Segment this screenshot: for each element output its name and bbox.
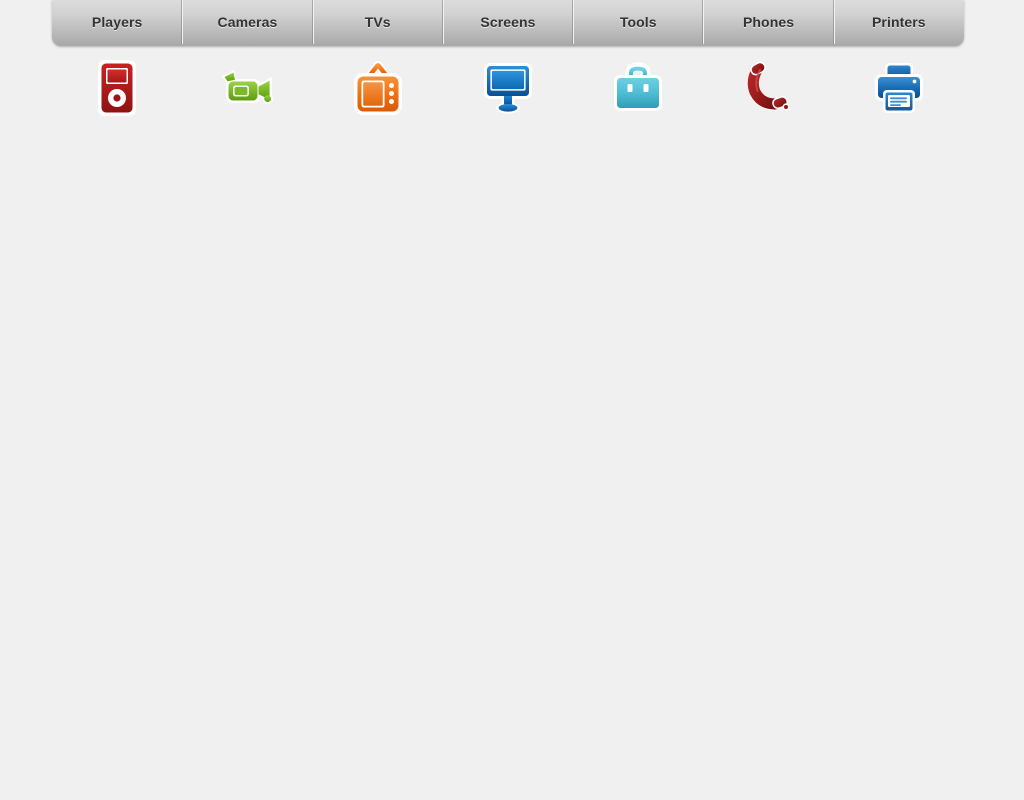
tab-label: Screens: [480, 13, 536, 30]
icon-cell-printers: [834, 46, 964, 130]
telephone-icon-button[interactable]: [737, 56, 801, 120]
tab-phones[interactable]: Phones: [703, 0, 833, 46]
video-camera-icon: [222, 70, 274, 104]
briefcase-icon-button[interactable]: [606, 56, 670, 120]
tab-label: Printers: [871, 13, 926, 30]
icon-cell-tools: [573, 46, 703, 130]
tab-tvs[interactable]: TVs: [312, 0, 443, 46]
icon-cell-players: [52, 46, 182, 130]
briefcase-icon: [614, 62, 663, 111]
printer-icon-button[interactable]: [867, 56, 931, 120]
content-area: [0, 130, 1024, 800]
icon-cell-phones: [703, 46, 833, 130]
printer-icon: [874, 63, 923, 113]
media-player-icon: [98, 60, 137, 116]
monitor-icon-button[interactable]: [476, 56, 540, 120]
monitor-icon: [483, 63, 532, 114]
tab-players[interactable]: Players: [52, 0, 182, 46]
television-icon: [353, 61, 402, 115]
category-icon-row: [52, 46, 964, 130]
category-tabbar: Players Cameras TVs Screens Tools Phones…: [52, 0, 964, 46]
video-camera-icon-button[interactable]: [215, 56, 279, 120]
application-window: Players Cameras TVs Screens Tools Phones…: [0, 0, 1024, 800]
tab-label: Cameras: [217, 13, 278, 30]
tab-tools[interactable]: Tools: [573, 0, 703, 46]
tab-label: TVs: [364, 13, 391, 30]
tab-label: Phones: [742, 13, 795, 30]
telephone-icon: [747, 61, 790, 111]
media-player-icon-button[interactable]: [85, 56, 149, 120]
tab-screens[interactable]: Screens: [442, 0, 573, 46]
tab-label: Players: [91, 13, 143, 30]
icon-cell-cameras: [182, 46, 312, 130]
television-icon-button[interactable]: [346, 56, 410, 120]
tab-printers[interactable]: Printers: [833, 0, 964, 46]
icon-cell-tvs: [313, 46, 443, 130]
icon-cell-screens: [443, 46, 573, 130]
tab-cameras[interactable]: Cameras: [182, 0, 312, 46]
tab-label: Tools: [619, 13, 657, 30]
